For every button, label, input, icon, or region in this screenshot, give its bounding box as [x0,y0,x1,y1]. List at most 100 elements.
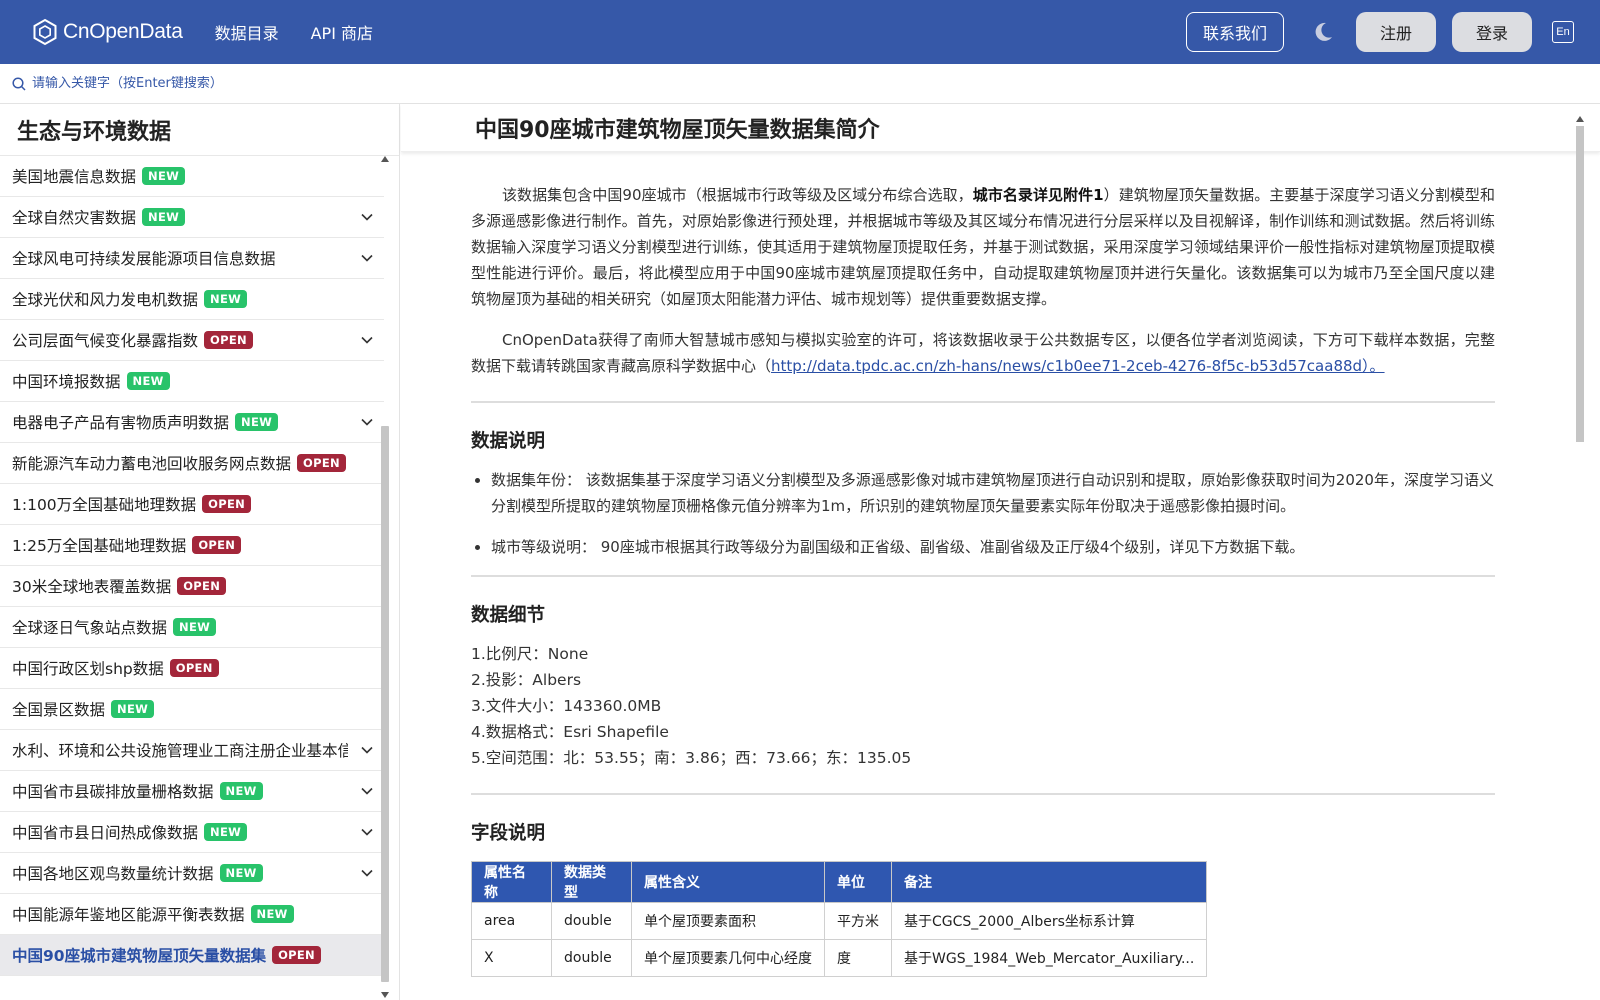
sidebar-item[interactable]: 中国省市县碳排放量栅格数据 NEW [0,771,384,812]
new-badge: NEW [204,290,248,308]
table-header: 单位 [824,861,892,903]
table-cell: double [551,902,632,940]
sidebar-item-label: 中国省市县碳排放量栅格数据 [12,783,214,801]
sidebar-item-label: 30米全球地表覆盖数据 [12,578,172,596]
new-badge: NEW [111,700,155,718]
chevron-down-icon[interactable] [360,210,374,224]
open-badge: OPEN [169,659,219,677]
sidebar-item[interactable]: 1:100万全国基础地理数据 OPEN [0,484,384,525]
table-cell: double [551,939,632,977]
table-header-row: 属性名称 数据类型 属性含义 单位 备注 [471,861,1208,903]
intro-text-cont: ）建筑物屋顶矢量数据。主要基于深度学习语义分割模型和多源遥感影像进行制作。首先，… [471,186,1495,308]
sidebar-item[interactable]: 公司层面气候变化暴露指数 OPEN [0,320,384,361]
sidebar-item-label: 1:100万全国基础地理数据 [12,496,197,514]
sidebar-item-label: 中国各地区观鸟数量统计数据 [12,865,214,883]
sidebar-item[interactable]: 中国省市县日间热成像数据 NEW [0,812,384,853]
table-row: area double 单个屋顶要素面积 平方米 基于CGCS_2000_Alb… [471,902,1208,940]
new-badge: NEW [173,618,217,636]
sidebar-item-label: 中国90座城市建筑物屋顶矢量数据集 [12,947,267,965]
sidebar-item[interactable]: 30米全球地表覆盖数据 OPEN [0,566,384,607]
download-link[interactable]: http://data.tpdc.ac.cn/zh-hans/news/c1b0… [771,357,1385,375]
logo-text: CnOpenData [63,20,183,43]
nav-data-catalog[interactable]: 数据目录 [215,20,279,44]
sidebar-item[interactable]: 美国地震信息数据 NEW [0,156,384,197]
chevron-down-icon[interactable] [360,825,374,839]
section-title-detail: 数据细节 [471,605,546,626]
open-badge: OPEN [192,536,242,554]
sidebar-item-label: 中国环境报数据 [12,373,121,391]
sidebar-item[interactable]: 中国90座城市建筑物屋顶矢量数据集 OPEN [0,935,384,976]
chevron-down-icon[interactable] [360,251,374,265]
search-icon [12,76,26,91]
dark-mode-moon-icon[interactable] [1312,21,1334,43]
chevron-down-icon[interactable] [360,743,374,757]
section-title-explain: 数据说明 [471,431,546,452]
sidebar-item-label: 美国地震信息数据 [12,168,137,186]
header-actions: 联系我们 注册 登录 En [1185,12,1574,52]
new-badge: NEW [250,905,294,923]
table-cell: area [471,902,552,940]
new-badge: NEW [204,823,248,841]
sidebar-item[interactable]: 全球逐日气象站点数据 NEW [0,607,384,648]
table-cell: 基于CGCS_2000_Albers坐标系计算 [890,902,1208,940]
category-sidebar: 生态与环境数据 美国地震信息数据 NEW 全球自然灾害数据 NEW 全球风电可持续发展能… [0,104,400,1000]
contact-us-button[interactable]: 联系我们 [1185,12,1284,52]
main-scroll-up-arrow-icon[interactable] [1576,116,1584,122]
language-switch-icon[interactable]: En [1552,21,1574,43]
open-badge: OPEN [272,946,321,964]
open-badge: OPEN [177,577,227,595]
sidebar-item[interactable]: 1:25万全国基础地理数据 OPEN [0,525,384,566]
table-header: 属性含义 [631,861,825,903]
intro-bold-text: 城市名录详见附件1 [972,186,1104,204]
login-button[interactable]: 登录 [1452,12,1532,52]
sidebar-item[interactable]: 全球自然灾害数据 NEW [0,197,384,238]
explain-list: 数据集年份： 该数据集基于深度学习语义分割模型及多源遥感影像对城市建筑物屋顶进行… [471,467,1495,560]
table-row: X double 单个屋顶要素几何中心经度 度 基于WGS_1984_Web_M… [471,939,1208,977]
sidebar-item-label: 1:25万全国基础地理数据 [12,537,187,555]
sidebar-item[interactable]: 中国环境报数据 NEW [0,361,384,402]
sidebar-item-label: 全球光伏和风力发电机数据 [12,291,199,309]
search-input[interactable] [32,76,432,91]
chevron-down-icon[interactable] [360,784,374,798]
sidebar-item[interactable]: 全国景区数据 NEW [0,689,384,730]
chevron-down-icon[interactable] [360,333,374,347]
divider [471,793,1495,795]
sidebar-scroll-thumb[interactable] [381,426,389,982]
main-scrollbar[interactable] [1574,116,1586,996]
field-table: 属性名称 数据类型 属性含义 单位 备注 area double 单个屋顶要素面… [471,861,1208,977]
sidebar-item-label: 新能源汽车动力蓄电池回收服务网点数据 [12,455,292,473]
intro-paragraph-2: CnOpenData获得了南师大智慧城市感知与模拟实验室的许可，将该数据收录于公… [471,327,1495,379]
sidebar-item[interactable]: 中国行政区划shp数据 OPEN [0,648,384,689]
nav-api-store[interactable]: API 商店 [311,20,373,44]
sidebar-list: 美国地震信息数据 NEW 全球自然灾害数据 NEW 全球风电可持续发展能源项目信息数据全… [0,156,384,1000]
sidebar-item[interactable]: 新能源汽车动力蓄电池回收服务网点数据 OPEN [0,443,384,484]
table-cell: 单个屋顶要素几何中心经度 [631,939,825,977]
sidebar-item[interactable]: 中国各地区观鸟数量统计数据 NEW [0,853,384,894]
sidebar-item-label: 电器电子产品有害物质声明数据 [12,414,230,432]
detail-extent: 5.空间范围：北：53.55；南：3.86；西：73.66；东：135.05 [471,749,912,767]
chevron-down-icon[interactable] [360,415,374,429]
main-scroll-thumb[interactable] [1576,126,1584,442]
sidebar-scrollbar[interactable] [379,156,391,1000]
chevron-down-icon[interactable] [360,866,374,880]
sidebar-item[interactable]: 中国能源年鉴地区能源平衡表数据 NEW [0,894,384,935]
sidebar-item-label: 水利、环境和公共设施管理业工商注册企业基本信息 [12,742,348,760]
scroll-down-arrow-icon[interactable] [381,992,389,998]
sidebar-item[interactable]: 电器电子产品有害物质声明数据 NEW [0,402,384,443]
list-item: 城市等级说明： 90座城市根据其行政等级分为副国级和正省级、副省级、准副省级及正… [491,534,1495,560]
sidebar-item-label: 全国景区数据 [12,701,106,719]
scroll-up-arrow-icon[interactable] [381,156,389,162]
sidebar-item[interactable]: 水利、环境和公共设施管理业工商注册企业基本信息 [0,730,384,771]
page-title: 中国90座城市建筑物屋顶矢量数据集简介 [401,104,1600,152]
new-badge: NEW [219,864,263,882]
sidebar-item[interactable]: 全球光伏和风力发电机数据 NEW [0,279,384,320]
main-content: 中国90座城市建筑物屋顶矢量数据集简介 该数据集包含中国90座城市（根据城市行政… [401,104,1600,1000]
table-header: 备注 [890,861,1208,903]
sidebar-item[interactable]: 全球风电可持续发展能源项目信息数据 [0,238,384,279]
new-badge: NEW [126,372,170,390]
register-button[interactable]: 注册 [1356,12,1436,52]
new-badge: NEW [235,413,279,431]
logo[interactable]: CnOpenData [31,18,183,46]
section-title-fields: 字段说明 [471,823,546,844]
search-bar [0,64,1600,104]
